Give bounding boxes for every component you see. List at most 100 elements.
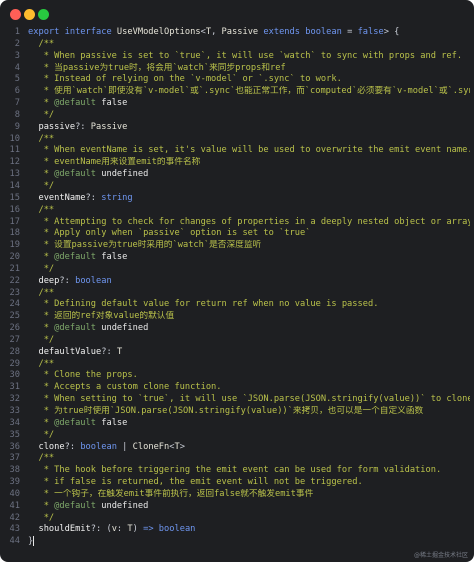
code-line: 43 shouldEmit?: (v: T) => boolean xyxy=(0,524,474,536)
code-line: 21 */ xyxy=(0,264,474,276)
line-content: defaultValue?: T xyxy=(28,347,470,359)
code-line: 25 * 返回的ref对象value的默认值 xyxy=(0,311,474,323)
line-number: 36 xyxy=(9,441,20,452)
line-content: /** xyxy=(28,359,470,371)
code-token: Passive xyxy=(90,121,128,132)
code-line: 34 * @default false xyxy=(0,418,474,430)
code-token: ?: xyxy=(59,275,76,286)
line-content: */ xyxy=(28,335,470,347)
code-token: export interface xyxy=(28,27,117,37)
line-number: 18 xyxy=(9,228,20,239)
zoom-button[interactable] xyxy=(38,9,49,20)
code-token: clone xyxy=(28,441,65,452)
line-number: 21 xyxy=(9,263,20,274)
close-button[interactable] xyxy=(10,9,21,20)
code-line: 24 * Defining default value for return r… xyxy=(0,299,474,311)
code-token: * Attempting to check for changes of pro… xyxy=(28,216,470,227)
line-number: 2 xyxy=(14,38,20,49)
line-content: passive?: Passive xyxy=(28,122,470,134)
line-number: 7 xyxy=(14,98,20,109)
code-token: @default xyxy=(54,98,102,109)
code-token: */ xyxy=(28,180,55,191)
line-content: * if false is returned, the emit event w… xyxy=(28,477,470,489)
minimize-button[interactable] xyxy=(24,9,35,20)
code-token: boolean xyxy=(158,524,196,535)
code-token: deep xyxy=(28,275,60,286)
code-line: 12 * eventName用来设置emit的事件名称 xyxy=(0,157,474,169)
line-content: eventName?: string xyxy=(28,193,470,205)
code-token: @default xyxy=(54,323,102,334)
code-line: 33 * 为true时使用`JSON.parse(JSON.stringify(… xyxy=(0,406,474,418)
line-number: 1 xyxy=(14,27,20,37)
line-content: * @default undefined xyxy=(28,323,470,335)
line-content: * Apply only when `passive` option is se… xyxy=(28,228,470,240)
line-content: */ xyxy=(28,110,470,122)
code-line: 2 /** xyxy=(0,39,474,51)
code-line: 38 * The hook before triggering the emit… xyxy=(0,465,474,477)
code-token: @default xyxy=(54,417,102,428)
code-token: ?: xyxy=(64,441,81,452)
code-token: * 使用`watch`即使没有`v-model`或`.sync`也能正常工作，而… xyxy=(28,86,470,97)
code-token: false xyxy=(101,98,128,109)
code-token: CloneFn xyxy=(132,441,170,452)
code-line: 17 * Attempting to check for changes of … xyxy=(0,217,474,229)
text-cursor xyxy=(33,536,35,547)
code-token: */ xyxy=(28,512,55,523)
code-token: */ xyxy=(28,263,55,274)
code-token: = xyxy=(341,27,358,37)
code-token: ?: ( xyxy=(90,524,112,535)
line-content: * 返回的ref对象value的默认值 xyxy=(28,311,470,323)
code-token: @default xyxy=(54,500,102,511)
code-line: 23 /** xyxy=(0,288,474,300)
line-number: 4 xyxy=(14,62,20,73)
line-content: * @default false xyxy=(28,98,470,110)
line-content: * 使用`watch`即使没有`v-model`或`.sync`也能正常工作，而… xyxy=(28,86,470,98)
code-token: undefined xyxy=(101,323,149,334)
code-line: 39 * if false is returned, the emit even… xyxy=(0,477,474,489)
code-token: * Accepts a custom clone function. xyxy=(28,382,222,393)
code-editor[interactable]: 1 export interface UseVModelOptions<T, Pa… xyxy=(0,27,474,548)
line-content: /** xyxy=(28,39,470,51)
code-line: 26 * @default undefined xyxy=(0,323,474,335)
code-token: /** xyxy=(28,38,55,49)
line-number: 19 xyxy=(9,240,20,251)
line-content: * When eventName is set, it's value will… xyxy=(28,145,470,157)
line-content: deep?: boolean xyxy=(28,276,470,288)
line-number: 14 xyxy=(9,180,20,191)
code-line: 29 /** xyxy=(0,359,474,371)
code-token: shouldEmit xyxy=(28,524,91,535)
code-line: 32 * When setting to `true`, it will use… xyxy=(0,394,474,406)
line-number: 9 xyxy=(14,121,20,132)
code-token: defaultValue xyxy=(28,346,102,357)
code-token: , xyxy=(211,27,222,37)
code-line: 4 * 当passive为true时，将会用`watch`来同步props和re… xyxy=(0,63,474,75)
line-content: * @default undefined xyxy=(28,169,470,181)
line-number: 28 xyxy=(9,346,20,357)
line-content: /** xyxy=(28,205,470,217)
code-token: /** xyxy=(28,453,55,464)
line-number: 23 xyxy=(9,287,20,298)
line-number: 31 xyxy=(9,382,20,393)
line-content: * Defining default value for return ref … xyxy=(28,299,470,311)
code-token: string xyxy=(101,192,133,203)
line-content: * @default false xyxy=(28,418,470,430)
code-token: * 一个钩子，在触发emit事件前执行，返回false就不触发emit事件 xyxy=(28,488,314,499)
code-token: ) xyxy=(132,524,144,535)
code-token: * xyxy=(28,417,55,428)
code-token: * Instead of relying on the `v-model` or… xyxy=(28,74,342,85)
line-number: 26 xyxy=(9,323,20,334)
line-content: * Clone the props. xyxy=(28,370,470,382)
code-token: : xyxy=(116,524,128,535)
code-line: 28 defaultValue?: T xyxy=(0,347,474,359)
code-token: boolean xyxy=(80,441,117,452)
code-token: > { xyxy=(383,27,400,37)
code-line: 11 * When eventName is set, it's value w… xyxy=(0,145,474,157)
code-token: /** xyxy=(28,133,55,144)
line-content: */ xyxy=(28,181,470,193)
code-line: 5 * Instead of relying on the `v-model` … xyxy=(0,74,474,86)
code-line: 8 */ xyxy=(0,110,474,122)
code-token: false xyxy=(357,27,384,37)
line-content: export interface UseVModelOptions<T, Pas… xyxy=(28,27,470,39)
line-number: 33 xyxy=(9,406,20,416)
code-line: 20 * @default false xyxy=(0,252,474,264)
